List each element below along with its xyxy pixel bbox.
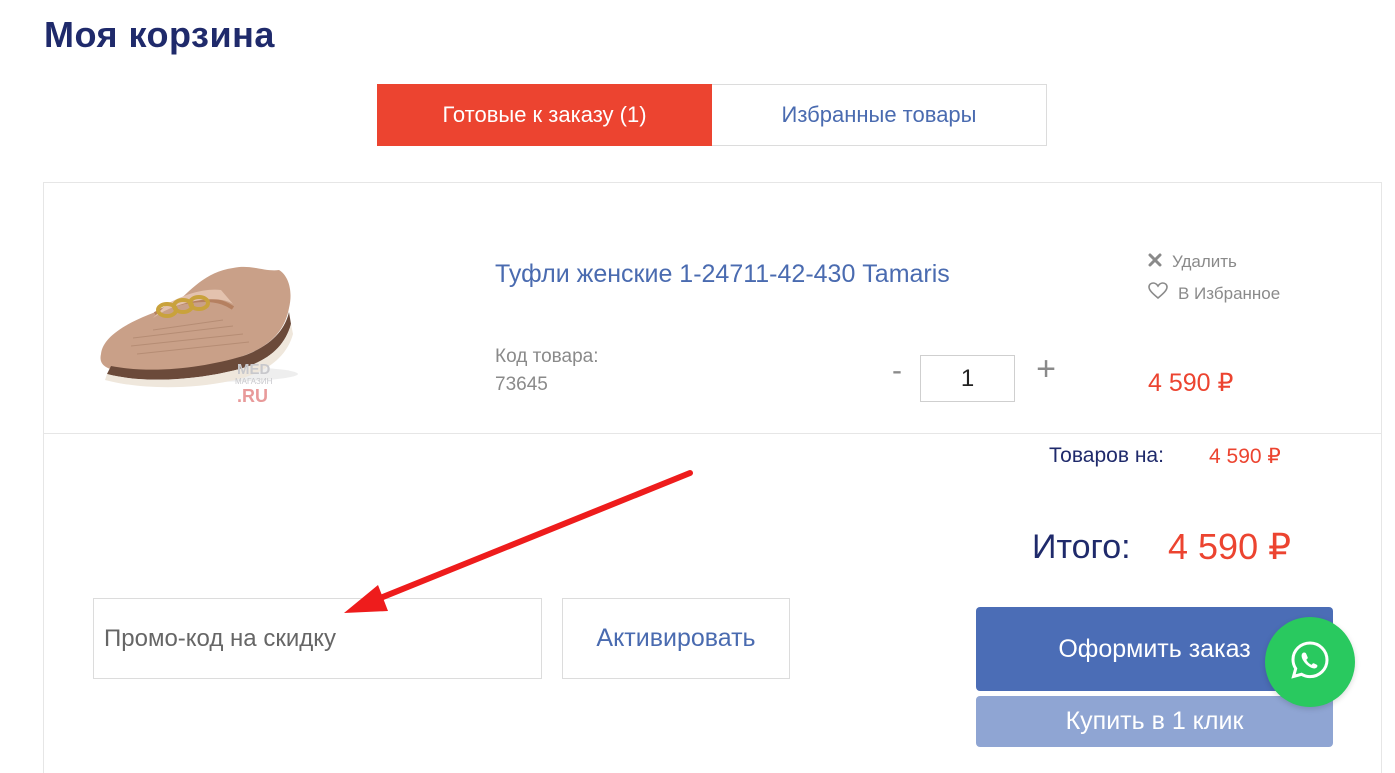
delete-label: Удалить — [1172, 252, 1237, 271]
page-title: Моя корзина — [44, 14, 275, 55]
quantity-increase-button[interactable]: + — [1031, 350, 1061, 389]
product-image[interactable]: MED МАГАЗИН .RU — [93, 242, 333, 412]
watermark-line2: МАГАЗИН — [235, 377, 273, 386]
sku-label: Код товара: — [495, 346, 599, 367]
add-to-favorites-link[interactable]: В Избранное — [1148, 282, 1280, 305]
subtotal-label: Товаров на: — [1049, 444, 1164, 467]
close-icon — [1148, 252, 1162, 272]
favorite-label: В Избранное — [1178, 283, 1281, 303]
tab-favorites[interactable]: Избранные товары — [712, 84, 1047, 146]
activate-promo-button[interactable]: Активировать — [562, 598, 790, 679]
quantity-decrease-button[interactable]: - — [885, 354, 909, 388]
cart-item-row: MED МАГАЗИН .RU Туфли женские 1-24711-42… — [43, 182, 1382, 434]
delete-item-link[interactable]: Удалить — [1148, 252, 1237, 272]
product-name-link[interactable]: Туфли женские 1-24711-42-430 Tamaris — [495, 260, 950, 289]
watermark-line3: .RU — [237, 386, 268, 406]
whatsapp-chat-button[interactable] — [1265, 617, 1355, 707]
total-value: 4 590 ₽ — [1168, 526, 1291, 567]
heart-icon — [1148, 282, 1168, 305]
whatsapp-icon — [1288, 638, 1332, 687]
cart-tabs: Готовые к заказу (1) Избранные товары — [377, 84, 1047, 146]
quantity-input[interactable] — [920, 355, 1015, 402]
sku-value: 73645 — [495, 374, 548, 395]
item-price: 4 590 ₽ — [1148, 369, 1234, 397]
tab-ready-to-order[interactable]: Готовые к заказу (1) — [377, 84, 712, 146]
subtotal-value: 4 590 ₽ — [1209, 445, 1281, 468]
total-label: Итого: — [1032, 528, 1131, 566]
promo-code-input[interactable] — [93, 598, 542, 679]
shoe-image: MED МАГАЗИН .RU — [100, 266, 298, 406]
watermark-line1: MED — [237, 361, 271, 378]
buy-one-click-button[interactable]: Купить в 1 клик — [976, 696, 1333, 747]
